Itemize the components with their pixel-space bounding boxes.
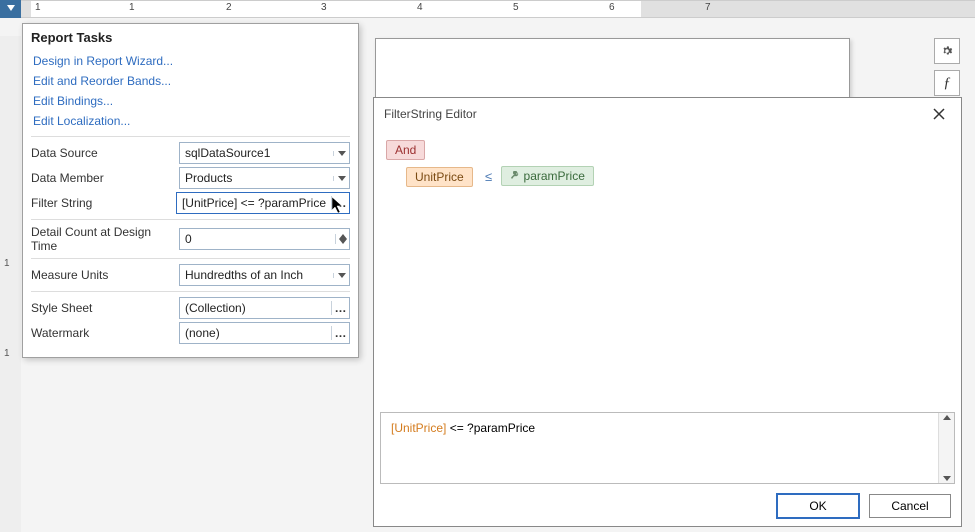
filter-builder[interactable]: And UnitPrice ≤ paramPrice <box>374 130 961 380</box>
ellipsis-button[interactable]: … <box>331 196 349 210</box>
function-icon: ƒ <box>943 75 951 92</box>
style-sheet-label: Style Sheet <box>31 301 179 315</box>
ellipsis-button[interactable]: … <box>331 301 349 315</box>
design-report-wizard-link[interactable]: Design in Report Wizard... <box>31 51 350 71</box>
field-pill-unitprice[interactable]: UnitPrice <box>406 167 473 187</box>
cancel-button[interactable]: Cancel <box>869 494 951 518</box>
parameter-icon <box>510 171 520 181</box>
panel-title: Report Tasks <box>31 30 350 45</box>
filter-string-label: Filter String <box>31 196 176 210</box>
close-icon <box>933 108 945 120</box>
operator-less-equal[interactable]: ≤ <box>485 169 492 184</box>
detail-count-label: Detail Count at Design Time <box>31 225 179 253</box>
style-sheet-field[interactable]: (Collection) … <box>179 297 350 319</box>
expression-text-area[interactable]: [UnitPrice] <= ?paramPrice <box>380 412 955 484</box>
edit-reorder-bands-link[interactable]: Edit and Reorder Bands... <box>31 71 350 91</box>
scroll-down-icon[interactable] <box>943 476 951 481</box>
vertical-ruler: 1 1 <box>0 36 21 532</box>
dialog-titlebar[interactable]: FilterString Editor <box>374 98 961 130</box>
parameter-pill-paramprice[interactable]: paramPrice <box>501 166 594 186</box>
expression-button[interactable]: ƒ <box>934 70 960 96</box>
data-member-label: Data Member <box>31 171 179 185</box>
settings-button[interactable] <box>934 38 960 64</box>
dropdown-icon[interactable] <box>333 176 349 181</box>
expression-text: [UnitPrice] <= ?paramPrice <box>381 413 938 483</box>
edit-localization-link[interactable]: Edit Localization... <box>31 111 350 131</box>
report-tasks-panel: Report Tasks Design in Report Wizard... … <box>22 23 359 358</box>
filter-string-field[interactable]: [UnitPrice] <= ?paramPrice … <box>176 192 350 214</box>
scrollbar[interactable] <box>938 413 954 483</box>
scroll-up-icon[interactable] <box>943 415 951 420</box>
horizontal-ruler: 1 1 2 3 4 5 6 7 <box>0 0 975 18</box>
data-member-field[interactable]: Products <box>179 167 350 189</box>
measure-units-field[interactable]: Hundredths of an Inch <box>179 264 350 286</box>
data-source-field[interactable]: sqlDataSource1 <box>179 142 350 164</box>
group-operator-and[interactable]: And <box>386 140 425 160</box>
measure-units-label: Measure Units <box>31 268 179 282</box>
dropdown-icon[interactable] <box>333 273 349 278</box>
ruler-corner-smart-tag[interactable] <box>0 0 21 18</box>
watermark-field[interactable]: (none) … <box>179 322 350 344</box>
dialog-title: FilterString Editor <box>384 107 477 121</box>
edit-bindings-link[interactable]: Edit Bindings... <box>31 91 350 111</box>
dropdown-icon[interactable] <box>333 151 349 156</box>
ruler-scale: 1 1 2 3 4 5 6 7 <box>21 0 975 18</box>
spinner-buttons[interactable] <box>335 234 349 244</box>
gear-icon <box>940 44 954 58</box>
ellipsis-button[interactable]: … <box>331 326 349 340</box>
watermark-label: Watermark <box>31 326 179 340</box>
ok-button[interactable]: OK <box>777 494 859 518</box>
close-button[interactable] <box>927 102 951 126</box>
detail-count-field[interactable]: 0 <box>179 228 350 250</box>
data-source-label: Data Source <box>31 146 179 160</box>
filter-string-editor-dialog: FilterString Editor And UnitPrice ≤ para… <box>373 97 962 527</box>
